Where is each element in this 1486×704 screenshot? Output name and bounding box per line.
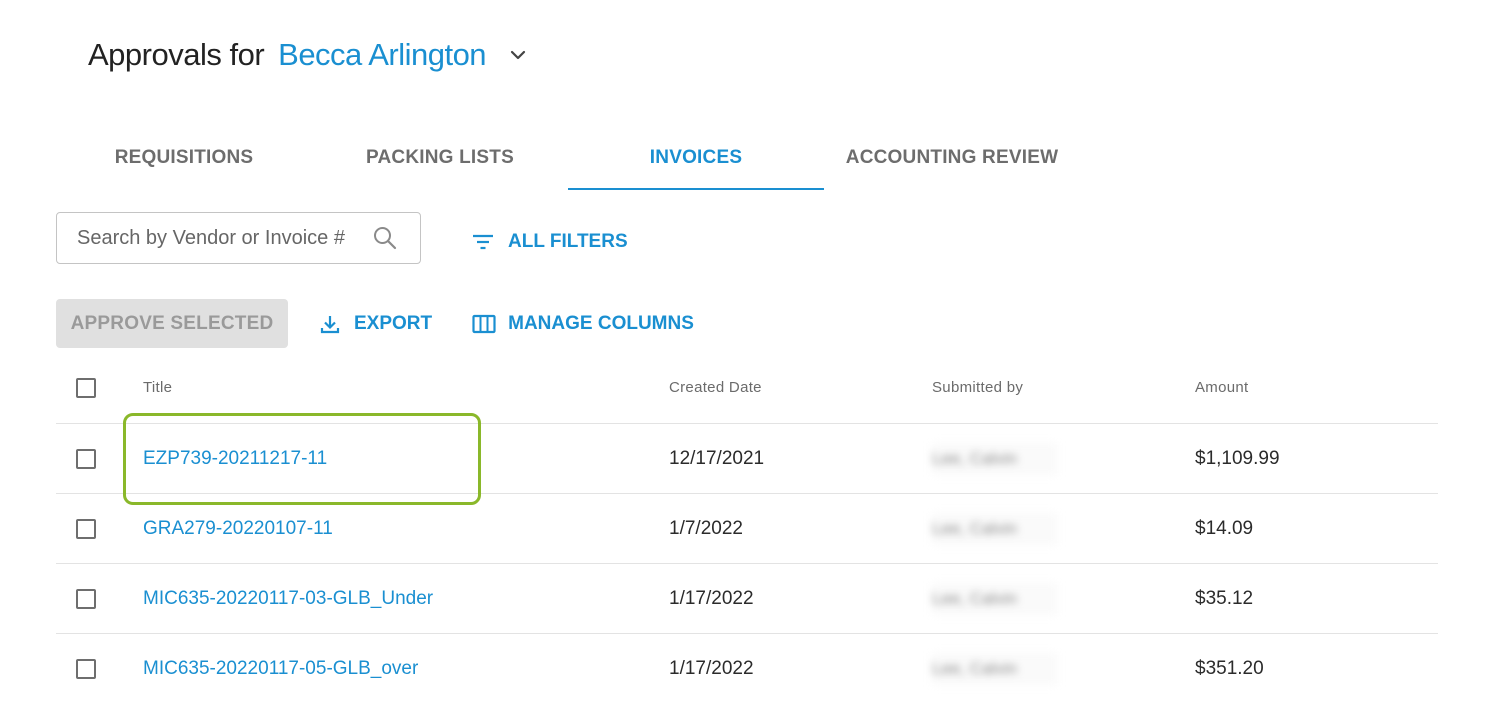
manage-columns-label: MANAGE COLUMNS <box>508 312 694 334</box>
amount: $1,109.99 <box>1195 447 1280 469</box>
select-all-checkbox[interactable] <box>76 377 96 398</box>
amount: $351.20 <box>1195 658 1264 679</box>
row-checkbox[interactable] <box>76 659 96 679</box>
submitted-by: Lee, Calvin <box>932 512 1057 545</box>
filter-icon <box>472 232 498 252</box>
created-date: 1/17/2022 <box>669 587 754 609</box>
submitted-by: Lee, Calvin <box>932 582 1057 615</box>
invoice-title-link[interactable]: MIC635-20220117-03-GLB_Under <box>143 588 433 610</box>
chevron-down-icon[interactable] <box>508 45 528 65</box>
row-checkbox[interactable] <box>76 518 96 539</box>
search-input[interactable] <box>75 225 364 251</box>
column-header-title[interactable]: Title <box>143 352 172 423</box>
amount: $14.09 <box>1195 517 1254 539</box>
invoice-title-link[interactable]: GRA279-20220107-11 <box>143 518 333 540</box>
invoice-title-link[interactable]: MIC635-20220117-05-GLB_over <box>143 658 418 680</box>
tab-packing-lists[interactable]: PACKING LISTS <box>312 128 568 190</box>
submitted-by: Lee, Calvin <box>932 442 1057 475</box>
approver-name[interactable]: Becca Arlington <box>278 37 486 73</box>
tab-accounting-review[interactable]: ACCOUNTING REVIEW <box>824 128 1080 190</box>
invoice-title-link[interactable]: EZP739-20211217-11 <box>143 448 327 470</box>
table-row: GRA279-20220107-11 1/7/2022 Lee, Calvin … <box>56 494 1438 564</box>
created-date: 12/17/2021 <box>669 447 765 469</box>
download-icon <box>318 312 342 336</box>
tab-invoices[interactable]: INVOICES <box>568 128 824 190</box>
table-row: MIC635-20220117-05-GLB_over 1/17/2022 Le… <box>56 634 1438 704</box>
tab-bar: REQUISITIONS PACKING LISTS INVOICES ACCO… <box>56 128 1080 190</box>
row-select-cell <box>76 634 96 704</box>
tab-requisitions[interactable]: REQUISITIONS <box>56 128 312 190</box>
created-date: 1/17/2022 <box>669 658 754 679</box>
created-date: 1/7/2022 <box>669 517 743 539</box>
search-box <box>56 212 421 264</box>
table-row: MIC635-20220117-03-GLB_Under 1/17/2022 L… <box>56 564 1438 634</box>
export-button[interactable]: EXPORT <box>318 312 432 336</box>
export-label: EXPORT <box>354 312 433 334</box>
approve-selected-button[interactable]: APPROVE SELECTED <box>56 299 288 348</box>
amount: $35.12 <box>1195 587 1254 609</box>
manage-columns-button[interactable]: MANAGE COLUMNS <box>472 312 694 336</box>
search-icon[interactable] <box>372 224 400 252</box>
select-all-cell <box>76 352 96 423</box>
row-select-cell <box>76 494 96 563</box>
row-select-cell <box>76 424 96 493</box>
column-header-amount[interactable]: Amount <box>1195 352 1249 423</box>
action-toolbar: APPROVE SELECTED EXPORT MANAGE COLUMNS <box>56 299 694 348</box>
row-checkbox[interactable] <box>76 448 96 469</box>
row-select-cell <box>76 564 96 633</box>
column-header-created-date[interactable]: Created Date <box>669 352 762 423</box>
all-filters-label: ALL FILTERS <box>508 231 628 252</box>
table-header-row: Title Created Date Submitted by Amount <box>56 352 1438 424</box>
columns-icon <box>472 312 496 336</box>
column-header-submitted-by[interactable]: Submitted by <box>932 352 1023 423</box>
page-title-prefix: Approvals for <box>88 37 265 72</box>
row-checkbox[interactable] <box>76 588 96 609</box>
page-title: Approvals for Becca Arlington <box>88 33 528 77</box>
invoices-table: Title Created Date Submitted by Amount E… <box>56 352 1438 704</box>
all-filters-button[interactable]: ALL FILTERS <box>472 222 628 262</box>
table-row: EZP739-20211217-11 12/17/2021 Lee, Calvi… <box>56 424 1438 494</box>
submitted-by: Lee, Calvin <box>932 653 1057 685</box>
